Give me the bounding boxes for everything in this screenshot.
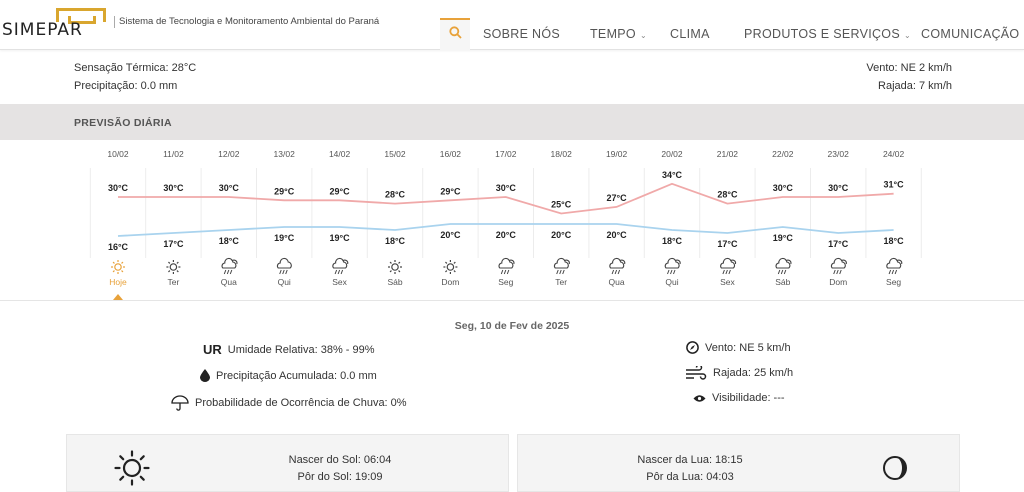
nav-sobre-nos[interactable]: SOBRE NÓS: [483, 27, 560, 41]
sunrise: Nascer do Sol: 06:04: [288, 454, 392, 466]
day-column-14-02[interactable]: [312, 140, 367, 292]
humidity-value: Umidade Relativa: 38% - 99%: [227, 343, 375, 356]
nav-comunicacao[interactable]: COMUNICAÇÃO⌄: [921, 27, 1024, 41]
eye-icon: [693, 394, 706, 402]
day-column-22-02[interactable]: [755, 140, 810, 292]
sun-icon: [114, 450, 150, 486]
day-column-21-02[interactable]: [700, 140, 755, 292]
current-gust: Rajada: 7 km/h: [878, 80, 952, 92]
moon-times: Nascer da Lua: 18:15 Pôr da Lua: 04:03: [590, 452, 790, 486]
sun-card: Nascer do Sol: 06:04 Pôr do Sol: 19:09: [66, 434, 509, 492]
chevron-down-icon: ⌄: [639, 31, 647, 40]
day-column-15-02[interactable]: [367, 140, 422, 292]
wind-row: Vento: NE 5 km/h: [686, 341, 791, 354]
nav-tempo[interactable]: TEMPO ⌄: [590, 27, 647, 41]
precip-acc-value: Precipitação Acumulada: 0.0 mm: [216, 369, 377, 382]
ur-label: UR: [203, 342, 222, 357]
site-header: SIMEPAR Sistema de Tecnologia e Monitora…: [0, 0, 1024, 50]
day-column-19-02[interactable]: [589, 140, 644, 292]
nav-clima[interactable]: CLIMA: [670, 27, 710, 41]
nav-produtos-servicos[interactable]: PRODUTOS E SERVIÇOS ⌄: [744, 27, 911, 41]
divider: [0, 300, 1024, 301]
water-drop-icon: [200, 369, 210, 382]
current-precip: Precipitação: 0.0 mm: [74, 80, 178, 92]
umbrella-icon: [171, 395, 189, 411]
search-icon: [448, 26, 462, 39]
tagline: Sistema de Tecnologia e Monitoramento Am…: [114, 16, 379, 28]
day-column-18-02[interactable]: [534, 140, 589, 292]
current-wind: Vento: NE 2 km/h: [866, 62, 952, 74]
logo-text: SIMEPAR: [2, 20, 83, 40]
search-button[interactable]: [440, 18, 470, 50]
gust-value: Rajada: 25 km/h: [713, 367, 794, 379]
section-title: PREVISÃO DIÁRIA: [74, 117, 172, 129]
sun-times: Nascer do Sol: 06:04 Pôr do Sol: 19:09: [240, 452, 440, 486]
day-column-12-02[interactable]: [201, 140, 256, 292]
moonset: Pôr da Lua: 04:03: [646, 471, 734, 483]
gust-row: Rajada: 25 km/h: [685, 366, 793, 380]
moon-phase-icon: [883, 456, 907, 480]
day-column-23-02[interactable]: [811, 140, 866, 292]
simepar-logo[interactable]: SIMEPAR: [0, 6, 110, 40]
rain-prob-value: Probabilidade de Ocorrência de Chuva: 0%: [195, 397, 407, 409]
precip-acc-row: Precipitação Acumulada: 0.0 mm: [200, 369, 377, 382]
day-column-11-02[interactable]: [146, 140, 201, 292]
selected-date: Seg, 10 de Fev de 2025: [454, 320, 570, 332]
day-column-20-02[interactable]: [644, 140, 699, 292]
sunset: Pôr do Sol: 19:09: [297, 471, 383, 483]
chevron-down-icon: ⌄: [903, 31, 911, 40]
wind-icon: [686, 366, 707, 380]
visibility-value: Visibilidade: ---: [712, 392, 785, 404]
day-column-16-02[interactable]: [423, 140, 478, 292]
day-column-17-02[interactable]: [478, 140, 533, 292]
wind-value: Vento: NE 5 km/h: [705, 341, 791, 354]
day-column-24-02[interactable]: [866, 140, 921, 292]
visibility-row: Visibilidade: ---: [693, 392, 785, 404]
moon-card: Nascer da Lua: 18:15 Pôr da Lua: 04:03: [517, 434, 960, 492]
day-column-10-02[interactable]: [90, 140, 145, 292]
day-column-13-02[interactable]: [257, 140, 312, 292]
moonrise: Nascer da Lua: 18:15: [637, 454, 743, 466]
current-feels-like: Sensação Térmica: 28°C: [74, 62, 197, 74]
daily-forecast-chart: 10/0230°C16°CHoje11/0230°C17°CTer12/0230…: [89, 140, 922, 300]
rain-prob-row: Probabilidade de Ocorrência de Chuva: 0%: [171, 395, 407, 411]
humidity-row: UR Umidade Relativa: 38% - 99%: [203, 342, 375, 357]
compass-icon: [686, 341, 699, 354]
